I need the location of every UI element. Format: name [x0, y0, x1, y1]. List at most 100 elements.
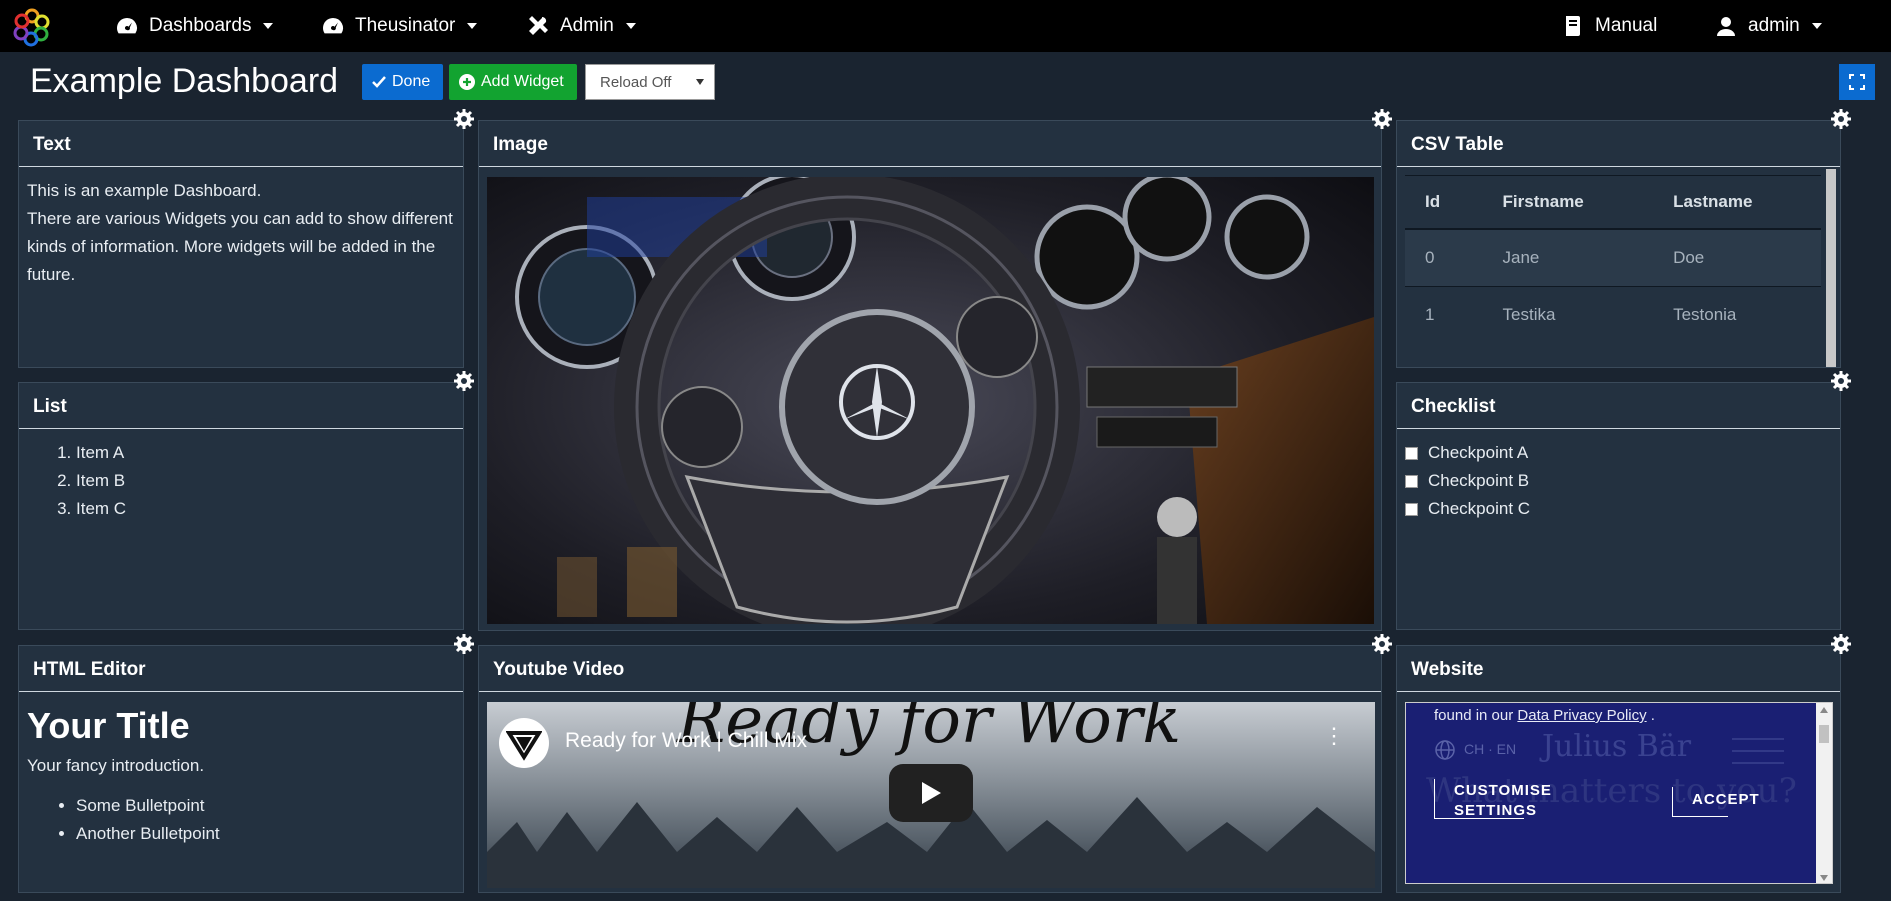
list-item: Item C — [76, 495, 455, 523]
html-content-heading: Your Title — [27, 705, 190, 746]
steering-wheel-image — [487, 177, 1374, 624]
done-button-label: Done — [392, 73, 431, 90]
video-title[interactable]: Ready for Work | Chill Mix — [565, 729, 807, 753]
top-navbar: Dashboards Theusinator Admin Manual admi… — [0, 0, 1891, 52]
nav-theusinator-label: Theusinator — [355, 15, 456, 36]
add-widget-button[interactable]: Add Widget — [449, 64, 577, 100]
table-cell: Jane — [1482, 228, 1654, 287]
check-icon — [372, 76, 386, 88]
table-header-row: Id Firstname Lastname — [1405, 175, 1821, 230]
chevron-down-icon — [263, 23, 274, 29]
checklist-item: Checkpoint B — [1405, 467, 1832, 495]
website-widget-title: Website — [1397, 646, 1840, 692]
list-widget-gear-icon[interactable] — [454, 371, 474, 391]
list-item: Item B — [76, 467, 455, 495]
list-widget: List Item A Item B Item C — [18, 382, 464, 630]
play-button[interactable] — [889, 764, 973, 822]
html-widget-gear-icon[interactable] — [454, 634, 474, 654]
nav-manual[interactable]: Manual — [1561, 0, 1657, 52]
text-widget-gear-icon[interactable] — [454, 109, 474, 129]
nav-user[interactable]: admin — [1714, 0, 1822, 52]
fullscreen-button[interactable] — [1839, 64, 1875, 100]
privacy-policy-link[interactable]: Data Privacy Policy — [1517, 707, 1646, 724]
reload-select[interactable]: Reload Off — [585, 64, 715, 100]
checkpoint-c-checkbox[interactable] — [1405, 502, 1418, 516]
checklist-item-label: Checkpoint B — [1428, 471, 1530, 490]
list-item: Some Bulletpoint — [76, 792, 455, 820]
table-cell: Doe — [1653, 228, 1821, 287]
privacy-notice: found in our Data Privacy Policy . — [1434, 707, 1655, 724]
checklist-widget-title: Checklist — [1397, 383, 1840, 429]
html-content-intro: Your fancy introduction. — [27, 756, 205, 775]
nav-manual-label: Manual — [1595, 15, 1658, 36]
book-icon — [1566, 16, 1580, 36]
website-iframe[interactable]: found in our Data Privacy Policy . CH · … — [1405, 702, 1833, 884]
user-icon — [1717, 17, 1735, 36]
csv-table-widget-title: CSV Table — [1397, 121, 1840, 167]
nav-admin[interactable]: Admin — [526, 0, 636, 52]
image-widget-gear-icon[interactable] — [1372, 109, 1392, 129]
channel-avatar[interactable] — [499, 718, 549, 768]
app-logo[interactable] — [12, 7, 52, 47]
privacy-suffix: . — [1650, 707, 1655, 724]
csv-widget-gear-icon[interactable] — [1831, 109, 1851, 129]
scroll-down-icon[interactable] — [1820, 875, 1828, 881]
add-widget-button-label: Add Widget — [481, 73, 564, 90]
checkpoint-a-checkbox[interactable] — [1405, 446, 1418, 460]
tools-icon — [529, 16, 548, 35]
column-header: Firstname — [1482, 175, 1654, 230]
table-row: 0 Jane Doe — [1405, 228, 1821, 287]
chevron-down-icon — [467, 23, 478, 29]
chevron-down-icon — [625, 23, 636, 29]
globe-icon[interactable] — [1434, 739, 1456, 761]
scroll-up-icon[interactable] — [1820, 707, 1828, 713]
column-header: Id — [1405, 175, 1483, 230]
speedometer-icon — [323, 18, 343, 34]
website-widget-gear-icon[interactable] — [1831, 634, 1851, 654]
table-cell: Testika — [1482, 286, 1654, 343]
csv-table-scrollbar[interactable] — [1826, 169, 1836, 367]
column-header: Lastname — [1653, 175, 1821, 230]
site-brand: Julius Bär — [1542, 729, 1692, 764]
nav-user-label: admin — [1748, 15, 1800, 36]
scroll-thumb[interactable] — [1819, 725, 1829, 743]
list-item: Item A — [76, 439, 455, 467]
text-widget: Text This is an example Dashboard. There… — [18, 120, 464, 368]
table-cell: 0 — [1405, 228, 1483, 287]
text-widget-line2: There are various Widgets you can add to… — [27, 209, 453, 284]
website-widget: Website found in our Data Privacy Policy… — [1396, 645, 1841, 893]
checklist-widget-gear-icon[interactable] — [1831, 371, 1851, 391]
image-widget: Image — [478, 120, 1382, 631]
table-row: 1 Testika Testonia — [1405, 286, 1821, 343]
nav-theusinator[interactable]: Theusinator — [321, 0, 478, 52]
bullet-list: Some Bulletpoint Another Bulletpoint — [27, 792, 455, 848]
html-editor-widget-title: HTML Editor — [19, 646, 463, 692]
more-options-icon[interactable]: ⋮ — [1323, 725, 1345, 747]
expand-icon — [1849, 74, 1865, 90]
nav-admin-label: Admin — [560, 15, 614, 36]
customise-settings-label: CUSTOMISE SETTINGS — [1454, 782, 1552, 819]
youtube-video-player[interactable]: Ready for Work Ready for Work | Chill Mi… — [487, 702, 1375, 888]
language-switcher[interactable]: CH · EN — [1464, 741, 1516, 757]
plus-circle-icon — [459, 74, 475, 90]
youtube-widget-gear-icon[interactable] — [1372, 634, 1392, 654]
chevron-down-icon — [696, 79, 704, 85]
done-button[interactable]: Done — [362, 64, 443, 100]
image-widget-title: Image — [479, 121, 1381, 167]
csv-table-widget: CSV Table Id Firstname Lastname 0 Jane D… — [1396, 120, 1841, 368]
table-cell: Testonia — [1653, 286, 1821, 343]
checklist-item-label: Checkpoint A — [1428, 443, 1529, 462]
text-widget-title: Text — [19, 121, 463, 167]
play-icon — [922, 782, 941, 804]
nav-dashboards[interactable]: Dashboards — [115, 0, 274, 52]
chevron-down-icon — [1811, 23, 1822, 29]
checklist-item: Checkpoint A — [1405, 439, 1832, 467]
privacy-prefix: found in our — [1434, 707, 1514, 724]
menu-icon[interactable] — [1732, 737, 1784, 765]
reload-select-value: Reload Off — [600, 74, 672, 91]
table-cell: 1 — [1405, 286, 1483, 343]
checklist-widget: Checklist Checkpoint A Checkpoint B Chec… — [1396, 382, 1841, 630]
website-scrollbar[interactable] — [1816, 703, 1832, 883]
checkpoint-b-checkbox[interactable] — [1405, 474, 1418, 488]
speedometer-icon — [117, 18, 137, 34]
